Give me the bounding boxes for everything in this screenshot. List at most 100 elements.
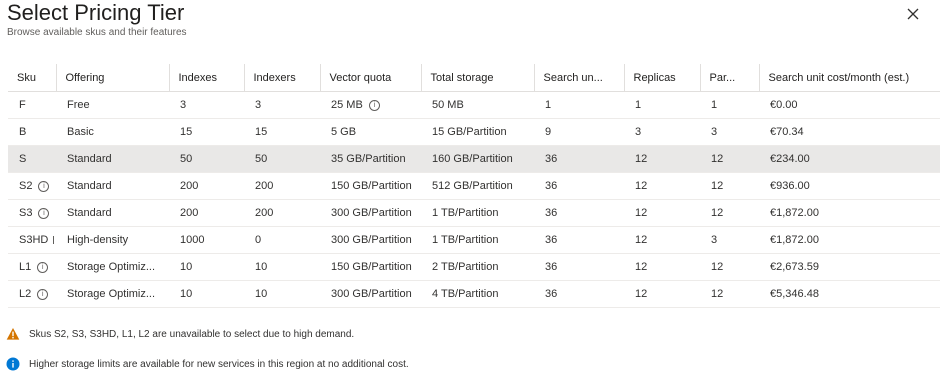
- table-row[interactable]: S2 i Standard 200 200 150 GB/Partition 512 GB/…: [8, 172, 940, 200]
- cost-cell: €5,346.48: [759, 280, 940, 308]
- partitions-cell: 12: [700, 145, 759, 173]
- indexers-cell: 200: [244, 199, 320, 227]
- total-storage-cell: 4 TB/Partition: [421, 280, 534, 308]
- column-header-indexers[interactable]: Indexers: [244, 64, 321, 92]
- info-icon[interactable]: i: [37, 261, 49, 273]
- offering-cell-text: Storage Optimiz...: [67, 288, 156, 300]
- partitions-cell: 3: [700, 226, 759, 254]
- column-header-replicas[interactable]: Replicas: [624, 64, 701, 92]
- sku-cell-text: S: [19, 153, 27, 165]
- offering-cell: Storage Optimiz...: [56, 253, 169, 281]
- column-header-total-storage[interactable]: Total storage: [421, 64, 535, 92]
- column-header-search-units[interactable]: Search un...: [534, 64, 625, 92]
- search-units-cell: 1: [534, 91, 624, 119]
- vector-quota-cell-text: 300 GB/Partition: [331, 234, 412, 246]
- warning-text: Skus S2, S3, S3HD, L1, L2 are unavailabl…: [29, 328, 355, 340]
- table-row[interactable]: S Standard 50 50 35 GB/Partition 160 GB/Parti…: [8, 145, 940, 173]
- sku-cell: S: [8, 145, 56, 173]
- total-storage-cell: 1 TB/Partition: [421, 199, 534, 227]
- info-icon[interactable]: i: [38, 180, 50, 192]
- info-icon[interactable]: i: [37, 288, 49, 300]
- offering-cell-text: Standard: [67, 207, 112, 219]
- sku-cell-text: L1: [19, 261, 32, 273]
- column-header-cost[interactable]: Search unit cost/month (est.): [759, 64, 940, 92]
- search-units-cell: 36: [534, 280, 624, 308]
- dialog-title: Select Pricing Tier: [7, 0, 185, 25]
- search-units-cell-text: 9: [545, 126, 552, 138]
- partitions-cell-text: 12: [711, 288, 724, 300]
- cost-cell: €234.00: [759, 145, 940, 173]
- column-header-partitions[interactable]: Par...: [700, 64, 760, 92]
- close-icon[interactable]: [904, 5, 922, 23]
- table-row[interactable]: S3HD High-density 1000 0 300 GB/Partition 1 T…: [8, 226, 940, 254]
- total-storage-cell-text: 512 GB/Partition: [432, 180, 513, 192]
- table-row[interactable]: F Free 3 3 25 MB i 50 MB 1 1 1 €0.00: [8, 91, 940, 119]
- offering-cell: Free: [56, 91, 169, 119]
- offering-cell: Basic: [56, 118, 169, 146]
- total-storage-cell-text: 50 MB: [432, 99, 464, 111]
- column-header-indexes[interactable]: Indexes: [169, 64, 245, 92]
- total-storage-cell: 50 MB: [421, 91, 534, 119]
- table-row[interactable]: B Basic 15 15 5 GB 15 GB/Partition 9 3 3 €70.34: [8, 118, 940, 146]
- column-header-sku[interactable]: Sku: [8, 64, 57, 92]
- indexers-cell-text: 10: [255, 288, 268, 300]
- indexes-cell-text: 1000: [180, 234, 205, 246]
- vector-quota-cell: 150 GB/Partition: [320, 253, 421, 281]
- vector-quota-cell: 300 GB/Partition: [320, 226, 421, 254]
- vector-quota-cell-text: 150 GB/Partition: [331, 261, 412, 273]
- indexes-cell-text: 10: [180, 261, 193, 273]
- total-storage-cell-text: 1 TB/Partition: [432, 207, 499, 219]
- info-icon[interactable]: [53, 236, 55, 245]
- partitions-cell-text: 3: [711, 234, 718, 246]
- info-notice: Higher storage limits are available for …: [6, 357, 409, 371]
- cost-cell: €0.00: [759, 91, 940, 119]
- total-storage-cell: 15 GB/Partition: [421, 118, 534, 146]
- sku-cell: B: [8, 118, 56, 146]
- indexers-cell-text: 50: [255, 153, 268, 165]
- total-storage-cell: 2 TB/Partition: [421, 253, 534, 281]
- table-row[interactable]: L1 i Storage Optimiz... 10 10 150 GB/Partitio…: [8, 253, 940, 281]
- total-storage-cell-text: 4 TB/Partition: [432, 288, 499, 300]
- warning-icon: [6, 328, 20, 340]
- total-storage-cell: 1 TB/Partition: [421, 226, 534, 254]
- sku-cell: S3HD: [8, 226, 56, 254]
- table-row[interactable]: L2 i Storage Optimiz... 10 10 300 GB/Partitio…: [8, 280, 940, 308]
- offering-cell-text: High-density: [67, 234, 129, 246]
- vector-quota-cell: 25 MB i: [320, 91, 421, 119]
- partitions-cell-text: 12: [711, 207, 724, 219]
- sku-cell: F: [8, 91, 56, 119]
- replicas-cell-text: 12: [635, 153, 648, 165]
- column-header-vector-quota[interactable]: Vector quota: [320, 64, 422, 92]
- replicas-cell-text: 1: [635, 99, 642, 111]
- partitions-cell-text: 12: [711, 153, 724, 165]
- indexers-cell-text: 200: [255, 180, 274, 192]
- replicas-cell-text: 12: [635, 207, 648, 219]
- table-row[interactable]: S3 i Standard 200 200 300 GB/Partition 1 TB/Pa…: [8, 199, 940, 227]
- info-icon[interactable]: i: [38, 207, 50, 219]
- indexers-cell: 10: [244, 280, 320, 308]
- vector-quota-cell-text: 25 MB: [331, 99, 363, 111]
- info-icon: [6, 357, 20, 371]
- replicas-cell-text: 12: [635, 261, 648, 273]
- info-icon[interactable]: i: [368, 99, 380, 111]
- total-storage-cell: 512 GB/Partition: [421, 172, 534, 200]
- partitions-cell: 12: [700, 172, 759, 200]
- indexers-cell-text: 200: [255, 207, 274, 219]
- offering-cell: Standard: [56, 172, 169, 200]
- replicas-cell-text: 12: [635, 288, 648, 300]
- vector-quota-cell: 300 GB/Partition: [320, 280, 421, 308]
- indexers-cell-text: 3: [255, 99, 262, 111]
- offering-cell-text: Standard: [67, 153, 112, 165]
- indexes-cell: 200: [169, 199, 244, 227]
- cost-cell: €1,872.00: [759, 199, 940, 227]
- vector-quota-cell-text: 35 GB/Partition: [331, 153, 406, 165]
- cost-cell: €1,872.00: [759, 226, 940, 254]
- indexes-cell-text: 10: [180, 288, 193, 300]
- indexes-cell: 50: [169, 145, 244, 173]
- total-storage-cell-text: 160 GB/Partition: [432, 153, 513, 165]
- cost-cell: €70.34: [759, 118, 940, 146]
- vector-quota-cell-text: 150 GB/Partition: [331, 180, 412, 192]
- indexes-cell: 3: [169, 91, 244, 119]
- cost-cell-text: €70.34: [770, 126, 804, 138]
- column-header-offering[interactable]: Offering: [56, 64, 170, 92]
